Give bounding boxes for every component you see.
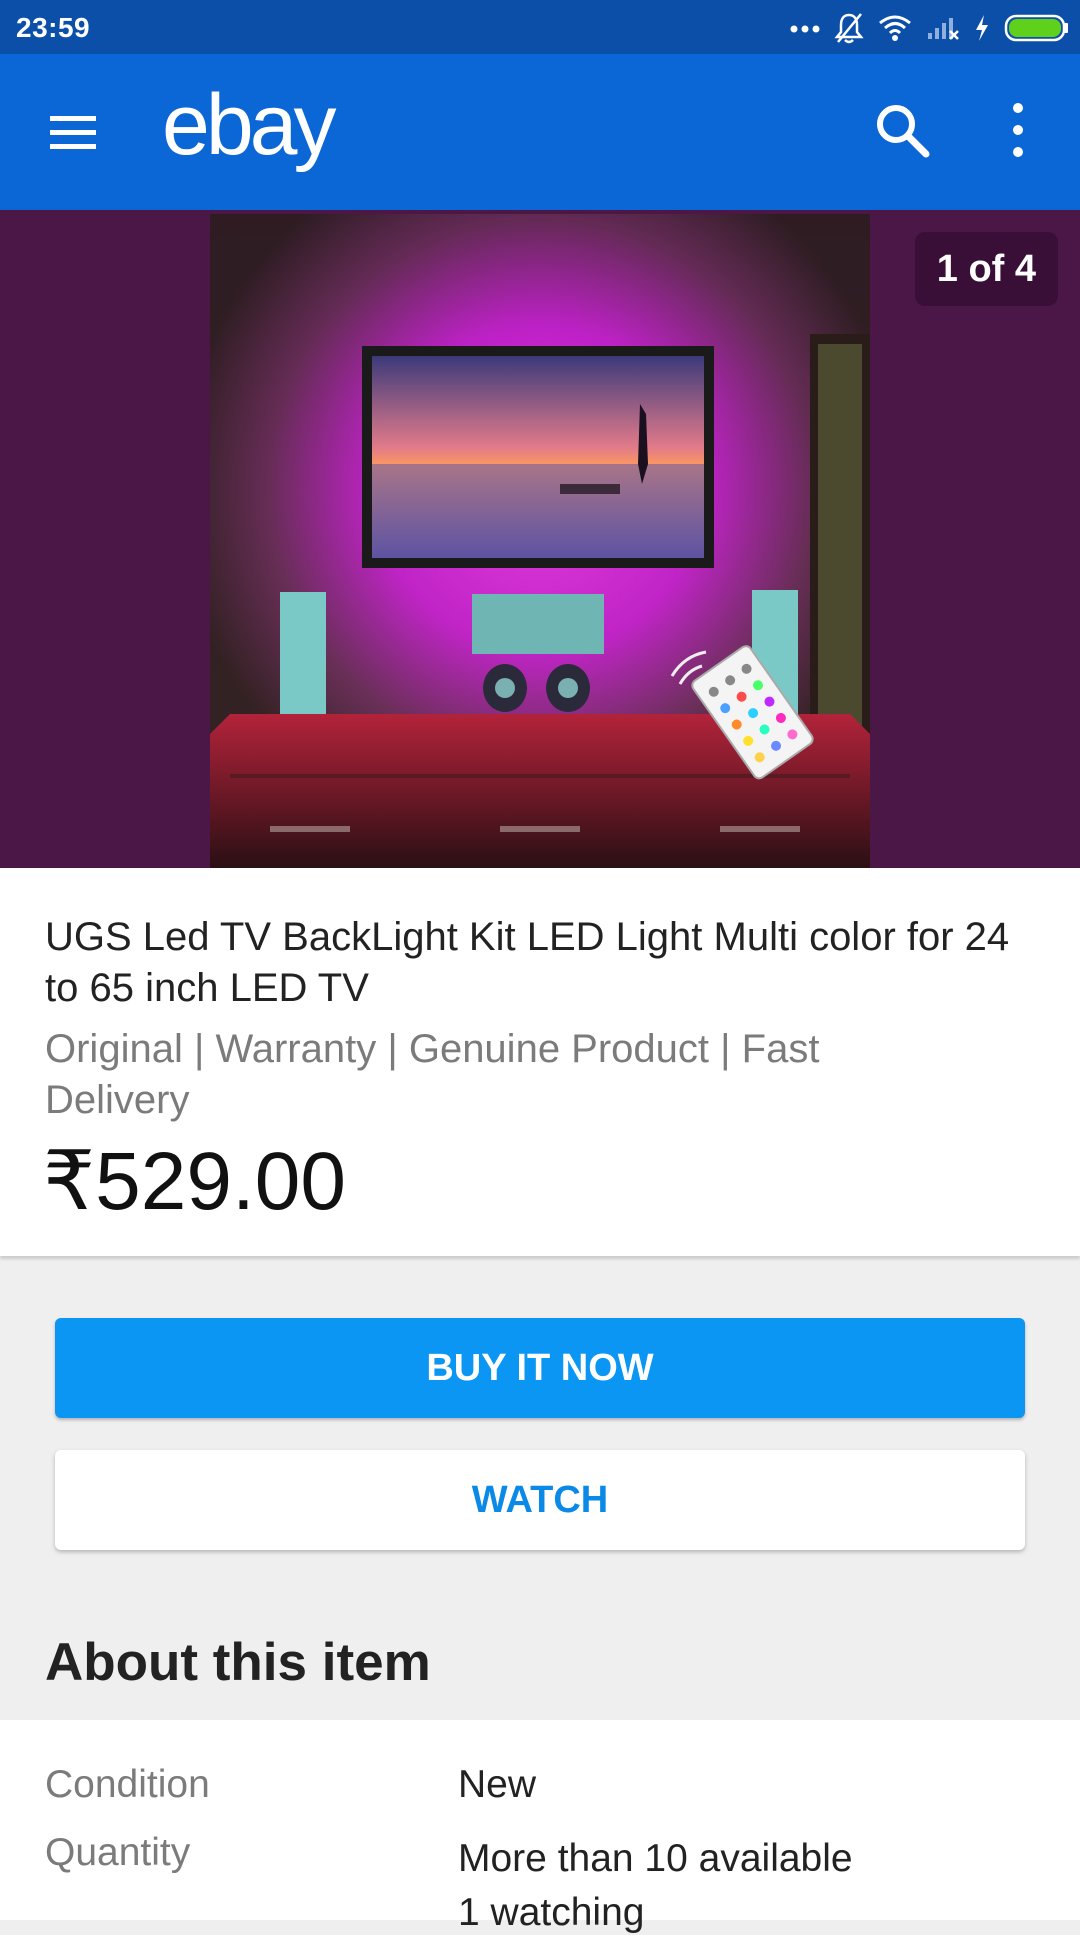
item-summary-card: UGS Led TV BackLight Kit LED Light Multi…: [0, 868, 1080, 1256]
status-bar: 23:59: [0, 0, 1080, 54]
status-icons: [790, 8, 1070, 48]
item-price: ₹529.00: [43, 1136, 346, 1227]
app-bar: ebay: [0, 54, 1080, 210]
product-gallery[interactable]: 1 of 4: [0, 210, 1080, 868]
item-title: UGS Led TV BackLight Kit LED Light Multi…: [45, 915, 1010, 1010]
watching-count: 1 watching: [458, 1891, 645, 1934]
condition-label: Condition: [45, 1763, 210, 1806]
item-details: Condition New Quantity More than 10 avai…: [0, 1720, 1080, 1934]
buy-it-now-button[interactable]: BUY IT NOW: [55, 1318, 1025, 1418]
bell-off-icon: [834, 13, 864, 44]
condition-value: New: [458, 1763, 537, 1806]
signal-icon: [928, 18, 959, 40]
battery-icon: [1004, 14, 1068, 42]
more-vert-icon[interactable]: [1000, 98, 1036, 162]
wifi-icon: [879, 15, 911, 41]
quantity-label: Quantity: [45, 1831, 191, 1874]
menu-icon[interactable]: [44, 106, 104, 158]
more-dots-icon: [790, 25, 820, 33]
item-subtitle: Original | Warranty | Genuine Product | …: [45, 1027, 820, 1122]
product-image[interactable]: [210, 214, 870, 868]
search-icon[interactable]: [872, 100, 932, 160]
ebay-logo[interactable]: ebay: [162, 82, 336, 168]
about-heading: About this item: [45, 1633, 431, 1692]
quantity-value: More than 10 available: [458, 1837, 853, 1880]
status-time: 23:59: [16, 12, 91, 43]
charging-icon: [976, 15, 988, 41]
watch-button[interactable]: WATCH: [55, 1450, 1025, 1550]
image-counter: 1 of 4: [914, 232, 1058, 306]
